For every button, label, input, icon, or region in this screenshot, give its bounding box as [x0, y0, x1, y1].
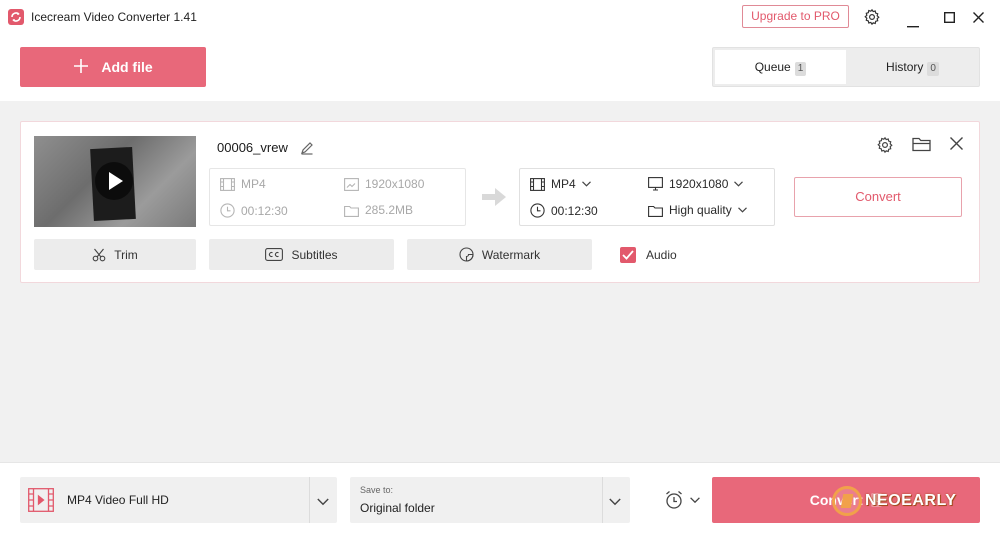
output-duration-value: 00:12:30: [551, 203, 598, 218]
save-to-caption: Save to:: [360, 485, 394, 495]
output-resolution-select[interactable]: 1920x1080: [648, 177, 744, 191]
chevron-down-icon[interactable]: [609, 494, 621, 509]
folder-icon: [344, 205, 359, 217]
chevron-down-icon: [734, 181, 744, 187]
queue-count-badge: 1: [794, 62, 807, 76]
neoearly-watermark-logo: NEOEARLY: [832, 486, 956, 516]
clock-icon: [530, 203, 545, 218]
source-format: MP4: [220, 177, 266, 191]
dropdown-divider: [309, 477, 310, 523]
source-duration-value: 00:12:30: [241, 203, 288, 218]
open-folder-icon[interactable]: [912, 136, 931, 155]
scissors-icon: [92, 248, 106, 261]
tab-history[interactable]: History 0: [847, 50, 978, 84]
file-name: 00006_vrew: [217, 140, 288, 155]
source-resolution-value: 1920x1080: [365, 177, 425, 191]
subtitles-button[interactable]: Subtitles: [209, 239, 394, 270]
chevron-down-icon: [690, 497, 700, 503]
watermark-label: Watermark: [481, 247, 541, 262]
source-size-value: 285.2MB: [365, 203, 414, 217]
trim-button[interactable]: Trim: [34, 239, 196, 270]
tab-history-label: History: [886, 60, 924, 74]
window-close-icon[interactable]: [973, 11, 984, 26]
app-title: Icecream Video Converter 1.41: [31, 10, 197, 24]
chevron-down-icon: [737, 207, 747, 213]
film-icon: [530, 177, 545, 191]
settings-gear-icon[interactable]: [863, 8, 881, 29]
arrow-right-icon: [482, 188, 506, 209]
video-preset-icon: [28, 488, 54, 515]
output-settings-box: MP4 1920x1080 00:12:30 High quality: [519, 168, 775, 226]
watermark-ring-icon: [832, 486, 862, 516]
upgrade-button[interactable]: Upgrade to PRO: [742, 5, 849, 28]
remove-item-close-icon[interactable]: [950, 137, 963, 153]
minimize-icon[interactable]: [907, 16, 919, 31]
tab-queue-label: Queue: [754, 60, 791, 74]
save-to-value: Original folder: [360, 501, 435, 515]
source-info-box: MP4 1920x1080 00:12:30 285.2MB: [209, 168, 466, 226]
tab-queue[interactable]: Queue 1: [715, 50, 846, 84]
chevron-down-icon: [581, 181, 591, 187]
resolution-icon: [344, 177, 359, 191]
output-format-value: MP4: [551, 177, 576, 191]
source-size: 285.2MB: [344, 203, 413, 217]
add-file-button[interactable]: Add file: [20, 47, 206, 87]
alarm-clock-icon: [666, 491, 682, 509]
output-quality-value: High quality: [669, 203, 732, 217]
item-convert-button[interactable]: Convert: [794, 177, 962, 217]
queue-item-card: 00006_vrew MP4 1920x1080 00:12:30 285.2M…: [20, 121, 980, 283]
film-icon: [220, 177, 235, 191]
source-format-value: MP4: [241, 177, 266, 191]
save-to-dropdown[interactable]: Save to: Original folder: [350, 477, 630, 523]
maximize-icon[interactable]: [943, 11, 956, 26]
edit-name-icon[interactable]: [300, 141, 314, 158]
clock-icon: [220, 203, 235, 218]
source-resolution: 1920x1080: [344, 177, 424, 191]
schedule-dropdown[interactable]: [664, 490, 700, 510]
dropdown-divider: [602, 477, 603, 523]
history-count-badge: 0: [927, 62, 939, 76]
trim-label: Trim: [114, 247, 138, 262]
output-duration: 00:12:30: [530, 203, 598, 218]
output-format-select[interactable]: MP4: [530, 177, 591, 191]
watermark-icon: [459, 247, 474, 262]
preset-label: MP4 Video Full HD: [67, 493, 169, 507]
plus-icon: [73, 58, 89, 77]
closed-captions-icon: [265, 248, 284, 261]
audio-checkbox[interactable]: [620, 247, 636, 263]
watermark-button[interactable]: Watermark: [407, 239, 592, 270]
source-duration: 00:12:30: [220, 203, 288, 218]
main-toolbar: Add file Queue 1 History 0: [0, 34, 1000, 101]
chevron-down-icon[interactable]: [317, 494, 329, 509]
play-icon[interactable]: [95, 162, 133, 200]
queue-history-tabs: Queue 1 History 0: [712, 47, 980, 87]
audio-toggle[interactable]: Audio: [620, 247, 677, 263]
title-bar: Icecream Video Converter 1.41 Upgrade to…: [0, 0, 1000, 34]
app-logo-icon: [8, 9, 24, 25]
folder-icon: [648, 205, 663, 217]
add-file-label: Add file: [101, 59, 153, 75]
monitor-icon: [648, 177, 663, 191]
subtitles-label: Subtitles: [291, 247, 338, 262]
item-settings-gear-icon[interactable]: [876, 136, 894, 157]
preset-dropdown[interactable]: MP4 Video Full HD: [20, 477, 337, 523]
audio-label: Audio: [646, 248, 677, 262]
watermark-text: NEOEARLY: [865, 492, 957, 509]
output-resolution-value: 1920x1080: [669, 177, 729, 191]
video-thumbnail[interactable]: [34, 136, 196, 227]
output-quality-select[interactable]: High quality: [648, 203, 747, 217]
